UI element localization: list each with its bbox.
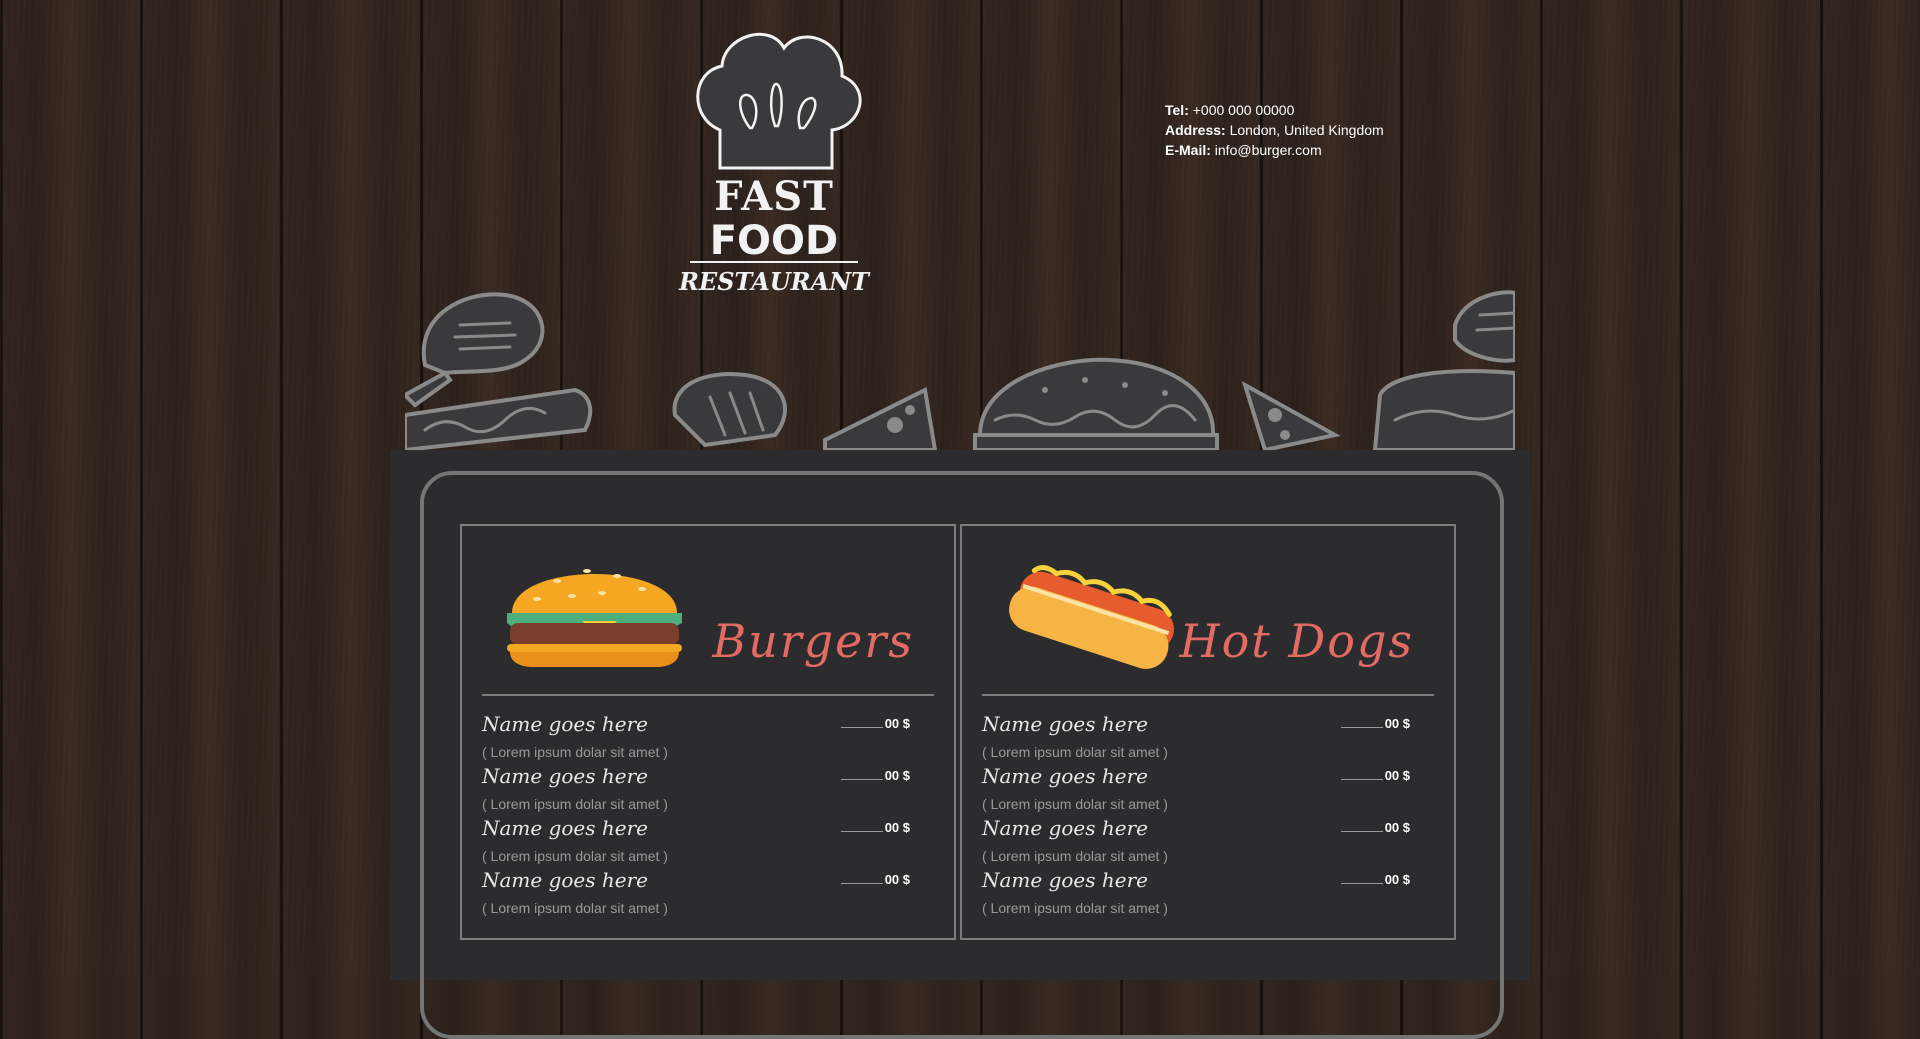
food-outline-illustration [405,290,1515,450]
menu-item[interactable]: Name goes here 00 $ ( Lorem ipsum dolar … [982,748,1434,812]
section-title: Burgers [712,614,914,668]
menu-item[interactable]: Name goes here 00 $ ( Lorem ipsum dolar … [482,696,934,760]
item-name: Name goes here [982,816,1148,840]
menu-item[interactable]: Name goes here 00 $ ( Lorem ipsum dolar … [482,852,934,916]
item-price: 00 $ [841,768,910,783]
section-header: Hot Dogs [982,526,1434,696]
item-price: 00 $ [1341,872,1410,887]
section-header: Burgers [482,526,934,696]
item-name: Name goes here [482,764,648,788]
menu-item[interactable]: Name goes here 00 $ ( Lorem ipsum dolar … [982,852,1434,916]
menu-section-burgers: Burgers Name goes here 00 $ ( Lorem ipsu… [460,524,956,940]
item-name: Name goes here [982,712,1148,736]
item-name: Name goes here [482,868,648,892]
item-name: Name goes here [982,764,1148,788]
email-label: E-Mail: [1165,142,1211,158]
chef-hat-icon [696,32,862,170]
contact-address: Address: London, United Kingdom [1165,120,1384,140]
item-price: 00 $ [841,872,910,887]
restaurant-logo: FAST FOOD RESTAURANT [678,32,871,296]
menu-item[interactable]: Name goes here 00 $ ( Lorem ipsum dolar … [482,748,934,812]
item-name: Name goes here [482,712,648,736]
item-description: ( Lorem ipsum dolar sit amet ) [982,900,1168,916]
item-name: Name goes here [982,868,1148,892]
menu-panel: Burgers Name goes here 00 $ ( Lorem ipsu… [390,450,1530,1039]
item-description: ( Lorem ipsum dolar sit amet ) [482,900,668,916]
item-price: 00 $ [841,716,910,731]
menu-item[interactable]: Name goes here 00 $ ( Lorem ipsum dolar … [982,696,1434,760]
burger-icon [507,569,682,667]
email-value[interactable]: info@burger.com [1215,142,1322,158]
contact-info: Tel: +000 000 00000 Address: London, Uni… [1165,100,1384,160]
tel-label: Tel: [1165,102,1189,118]
logo-line-1: FAST [714,173,834,220]
tel-value[interactable]: +000 000 00000 [1193,102,1295,118]
address-label: Address: [1165,122,1226,138]
address-value: London, United Kingdom [1229,122,1384,138]
contact-tel: Tel: +000 000 00000 [1165,100,1384,120]
item-price: 00 $ [1341,716,1410,731]
hotdog-icon [1009,565,1174,669]
menu-item[interactable]: Name goes here 00 $ ( Lorem ipsum dolar … [982,800,1434,864]
item-name: Name goes here [482,816,648,840]
logo-line-2: FOOD [710,218,839,264]
item-price: 00 $ [1341,820,1410,835]
contact-email: E-Mail: info@burger.com [1165,140,1384,160]
section-title: Hot Dogs [1179,614,1414,668]
item-price: 00 $ [1341,768,1410,783]
menu-item[interactable]: Name goes here 00 $ ( Lorem ipsum dolar … [482,800,934,864]
menu-section-hotdogs: Hot Dogs Name goes here 00 $ ( Lorem ips… [960,524,1456,940]
item-price: 00 $ [841,820,910,835]
